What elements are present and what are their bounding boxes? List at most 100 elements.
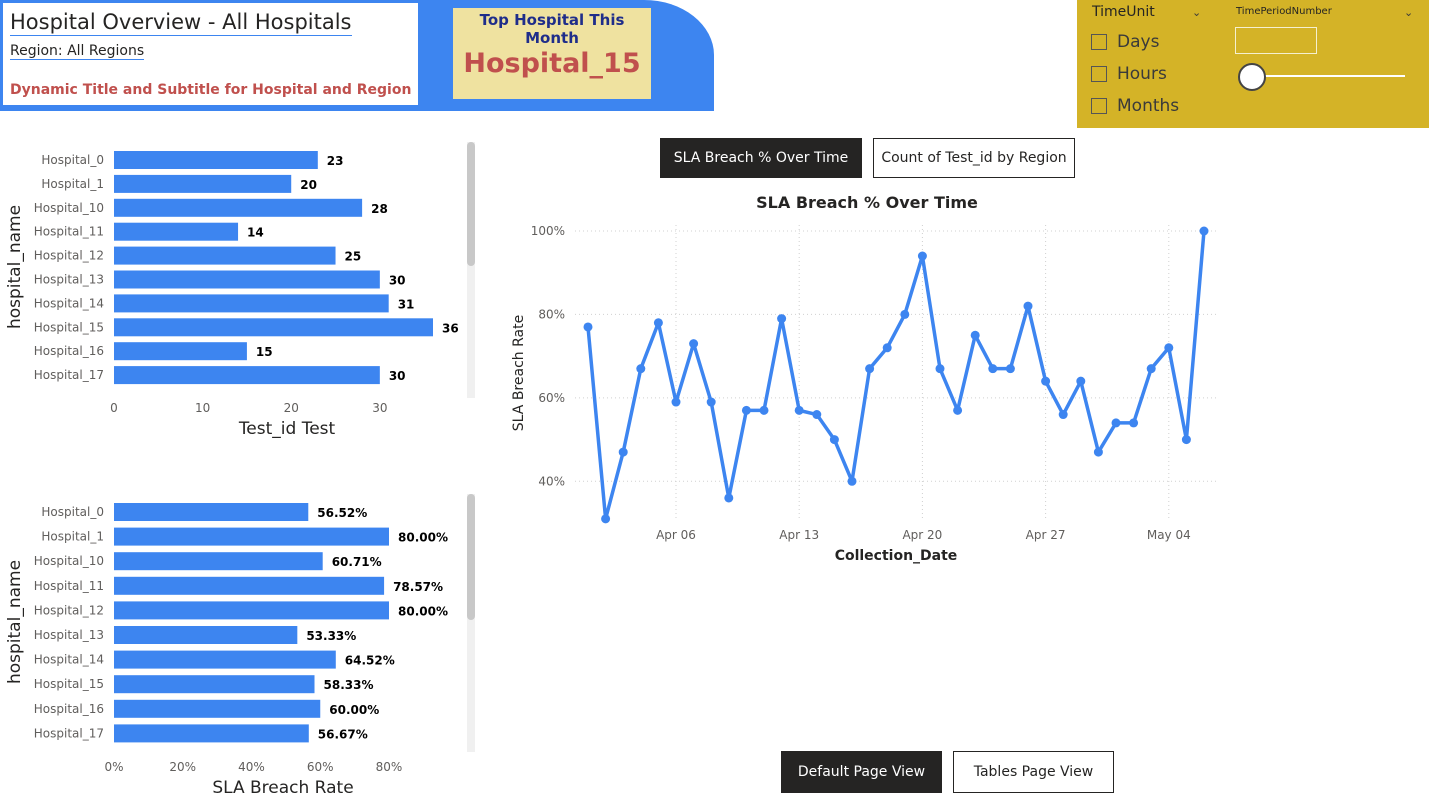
data-point bbox=[794, 405, 804, 415]
data-point bbox=[689, 339, 699, 349]
data-point bbox=[917, 251, 927, 261]
time-period-input[interactable] bbox=[1235, 27, 1317, 54]
series-line bbox=[586, 230, 1206, 521]
data-point bbox=[618, 447, 628, 457]
time-period-slider-handle[interactable] bbox=[1238, 63, 1266, 91]
category-label: Hospital_17 bbox=[34, 368, 104, 382]
time-period-label: TimePeriodNumber bbox=[1236, 6, 1332, 17]
x-tick-label: Apr 06 bbox=[656, 528, 696, 542]
x-tick-label: 10 bbox=[195, 401, 210, 415]
option-hours[interactable]: Hours bbox=[1091, 63, 1167, 85]
top-hospital-card-value: Hospital_15 bbox=[463, 48, 641, 79]
y-axis-title: hospital_name bbox=[5, 560, 25, 684]
data-point bbox=[741, 405, 751, 415]
option-months[interactable]: Months bbox=[1091, 95, 1179, 117]
time-period-chevron-down-icon[interactable]: ⌄ bbox=[1404, 6, 1413, 19]
top-hospital-card-title: Top Hospital This Month bbox=[479, 11, 625, 47]
data-point bbox=[1164, 343, 1174, 353]
x-axis-title: Collection_Date bbox=[835, 548, 958, 564]
category-label: Hospital_14 bbox=[34, 653, 104, 667]
category-label: Hospital_0 bbox=[41, 153, 104, 167]
bar bbox=[114, 552, 323, 571]
region-subtitle: Region: All Regions bbox=[10, 43, 145, 60]
data-label: 25 bbox=[345, 250, 362, 264]
data-label: 28 bbox=[371, 202, 388, 216]
y-axis-title: SLA Breach Rate bbox=[511, 315, 527, 431]
category-label: Hospital_15 bbox=[34, 320, 104, 334]
data-label: 58.33% bbox=[324, 678, 374, 692]
bar bbox=[114, 576, 385, 595]
data-point bbox=[935, 364, 945, 374]
category-label: Hospital_1 bbox=[41, 177, 104, 191]
x-tick-label: 0% bbox=[104, 760, 123, 774]
bar bbox=[114, 318, 433, 337]
category-label: Hospital_10 bbox=[34, 201, 104, 215]
x-tick-label: 30 bbox=[372, 401, 387, 415]
data-point bbox=[829, 435, 839, 445]
x-axis-title: Test_id Test bbox=[238, 419, 336, 439]
x-tick-label: 40% bbox=[238, 760, 265, 774]
time-period-slider-track[interactable] bbox=[1252, 75, 1405, 77]
bar bbox=[114, 151, 318, 169]
data-point bbox=[1199, 226, 1209, 236]
data-label: 14 bbox=[247, 226, 264, 240]
category-label: Hospital_1 bbox=[41, 530, 104, 544]
category-label: Hospital_13 bbox=[34, 628, 104, 642]
data-point bbox=[1041, 376, 1051, 386]
option-days[interactable]: Days bbox=[1091, 31, 1159, 53]
tables-page-view-button[interactable]: Tables Page View bbox=[953, 751, 1114, 793]
data-label: 60.71% bbox=[332, 555, 382, 569]
data-point bbox=[759, 405, 769, 415]
sla-breach-line-chart: SLA Breach % Over Time 40% 60% 80% 100% Apr 0… bbox=[511, 193, 1216, 564]
data-point bbox=[1146, 364, 1156, 374]
sla-breach-rate-bar-chart: Hospital_0 56.52% Hospital_1 80.00% Hospital… bbox=[5, 503, 448, 798]
data-label: 80.00% bbox=[398, 604, 448, 618]
data-point bbox=[1093, 447, 1103, 457]
data-label: 23 bbox=[327, 154, 344, 168]
data-label: 20 bbox=[300, 178, 317, 192]
tab-count-by-region[interactable]: Count of Test_id by Region bbox=[873, 138, 1075, 178]
x-tick-label: Apr 13 bbox=[779, 528, 819, 542]
data-label: 64.52% bbox=[345, 654, 395, 668]
data-point bbox=[865, 364, 875, 374]
bar bbox=[114, 503, 309, 521]
data-point bbox=[706, 397, 716, 407]
option-hours-label: Hours bbox=[1117, 64, 1167, 84]
time-unit-label: TimeUnit bbox=[1092, 4, 1155, 20]
bar bbox=[114, 366, 380, 385]
bar bbox=[114, 198, 363, 217]
category-label: Hospital_16 bbox=[34, 702, 104, 716]
checkbox-days[interactable] bbox=[1091, 34, 1107, 50]
bar bbox=[114, 246, 336, 265]
data-point bbox=[653, 318, 663, 328]
x-tick-label: 20% bbox=[169, 760, 196, 774]
top-hospital-card: Top Hospital This Month Hospital_15 bbox=[453, 8, 651, 99]
data-point bbox=[847, 476, 857, 486]
tab-sla-breach[interactable]: SLA Breach % Over Time bbox=[660, 138, 862, 178]
bar bbox=[114, 724, 309, 743]
data-label: 80.00% bbox=[398, 531, 448, 545]
checkbox-months[interactable] bbox=[1091, 98, 1107, 114]
bar bbox=[114, 675, 315, 694]
category-label: Hospital_11 bbox=[34, 225, 104, 239]
data-label: 30 bbox=[389, 274, 406, 288]
data-point bbox=[1023, 301, 1033, 311]
x-tick-label: 20 bbox=[284, 401, 299, 415]
bar bbox=[114, 650, 336, 669]
data-point bbox=[601, 514, 611, 524]
time-unit-chevron-down-icon[interactable]: ⌄ bbox=[1192, 6, 1201, 19]
dynamic-title-note: Dynamic Title and Subtitle for Hospital … bbox=[10, 82, 412, 98]
category-label: Hospital_0 bbox=[41, 505, 104, 519]
data-label: 31 bbox=[398, 297, 415, 311]
checkbox-hours[interactable] bbox=[1091, 66, 1107, 82]
x-axis-title: SLA Breach Rate bbox=[212, 778, 353, 798]
category-label: Hospital_11 bbox=[34, 579, 104, 593]
data-point bbox=[1129, 418, 1139, 428]
bar bbox=[114, 294, 389, 313]
bar bbox=[114, 626, 298, 644]
data-label: 78.57% bbox=[393, 580, 443, 594]
default-page-view-button[interactable]: Default Page View bbox=[781, 751, 942, 793]
y-tick-label: 60% bbox=[538, 391, 565, 405]
category-label: Hospital_12 bbox=[34, 603, 104, 617]
data-point bbox=[812, 410, 822, 420]
